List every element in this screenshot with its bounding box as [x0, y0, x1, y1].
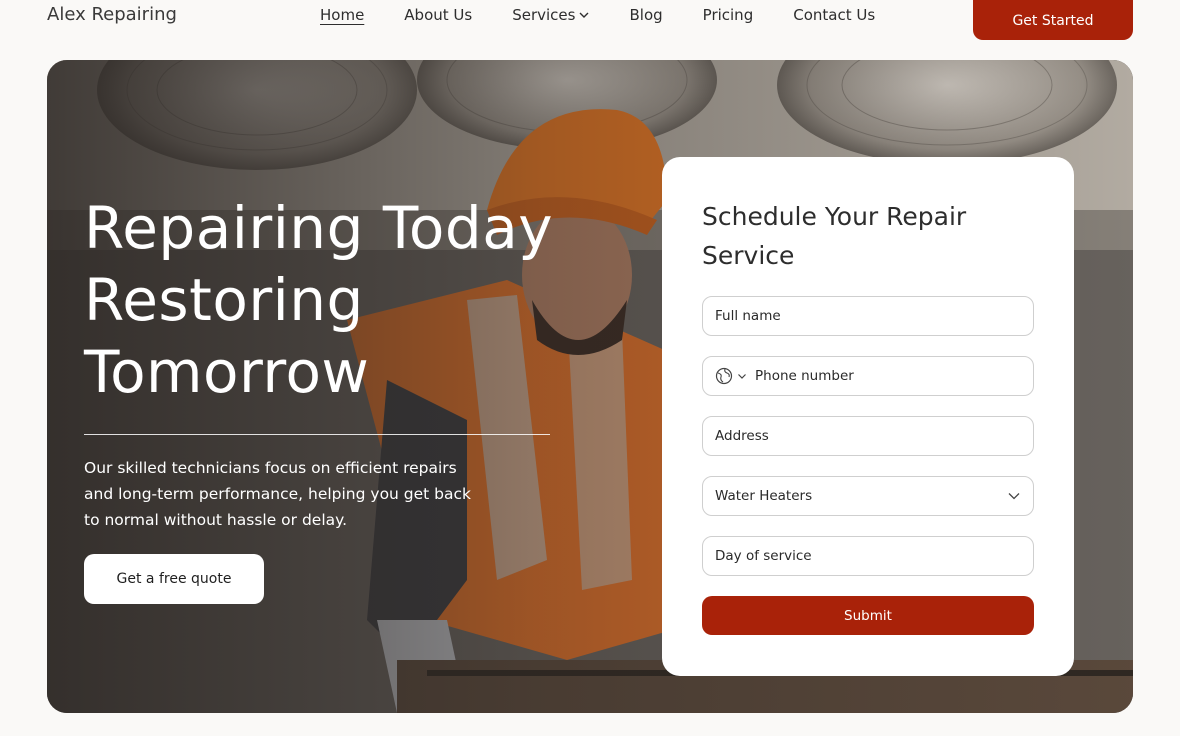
chevron-down-icon — [738, 374, 746, 379]
nav-pricing[interactable]: Pricing — [703, 6, 754, 24]
headline-line-1: Repairing Today — [84, 194, 554, 262]
headline-line-3: Tomorrow — [84, 338, 370, 406]
address-input[interactable] — [715, 428, 1021, 444]
day-of-service-field[interactable] — [702, 536, 1034, 576]
phone-field[interactable] — [702, 356, 1034, 396]
site-brand[interactable]: Alex Repairing — [47, 4, 177, 25]
hero-subtext: Our skilled technicians focus on efficie… — [84, 459, 472, 529]
nav-services-label: Services — [512, 6, 576, 24]
hero-divider — [84, 434, 550, 435]
day-of-service-input[interactable] — [715, 548, 1021, 564]
globe-icon — [715, 367, 733, 385]
get-started-button[interactable]: Get Started — [973, 0, 1133, 40]
country-code-select[interactable] — [715, 367, 747, 385]
chevron-down-icon — [579, 12, 589, 18]
free-quote-button[interactable]: Get a free quote — [84, 554, 264, 604]
repair-schedule-form: Schedule Your Repair Service Water Heate… — [662, 157, 1074, 676]
main-nav: Home About Us Services Blog Pricing Cont… — [320, 6, 875, 24]
address-field[interactable] — [702, 416, 1034, 456]
hero-copy: Repairing Today Restoring Tomorrow Our s… — [84, 192, 554, 604]
service-select[interactable]: Water Heaters — [702, 476, 1034, 516]
nav-services[interactable]: Services — [512, 6, 589, 24]
phone-input[interactable] — [755, 368, 1021, 384]
nav-contact[interactable]: Contact Us — [793, 6, 875, 24]
headline-line-2: Restoring — [84, 266, 364, 334]
full-name-input[interactable] — [715, 308, 1021, 324]
form-title: Schedule Your Repair Service — [702, 202, 967, 270]
hero-headline: Repairing Today Restoring Tomorrow — [84, 192, 554, 408]
nav-about[interactable]: About Us — [404, 6, 472, 24]
full-name-field[interactable] — [702, 296, 1034, 336]
nav-home[interactable]: Home — [320, 6, 364, 24]
service-select-value: Water Heaters — [715, 488, 813, 504]
chevron-down-icon — [1008, 493, 1020, 500]
submit-button[interactable]: Submit — [702, 596, 1034, 635]
nav-blog[interactable]: Blog — [629, 6, 662, 24]
hero-section: Repairing Today Restoring Tomorrow Our s… — [47, 60, 1133, 713]
